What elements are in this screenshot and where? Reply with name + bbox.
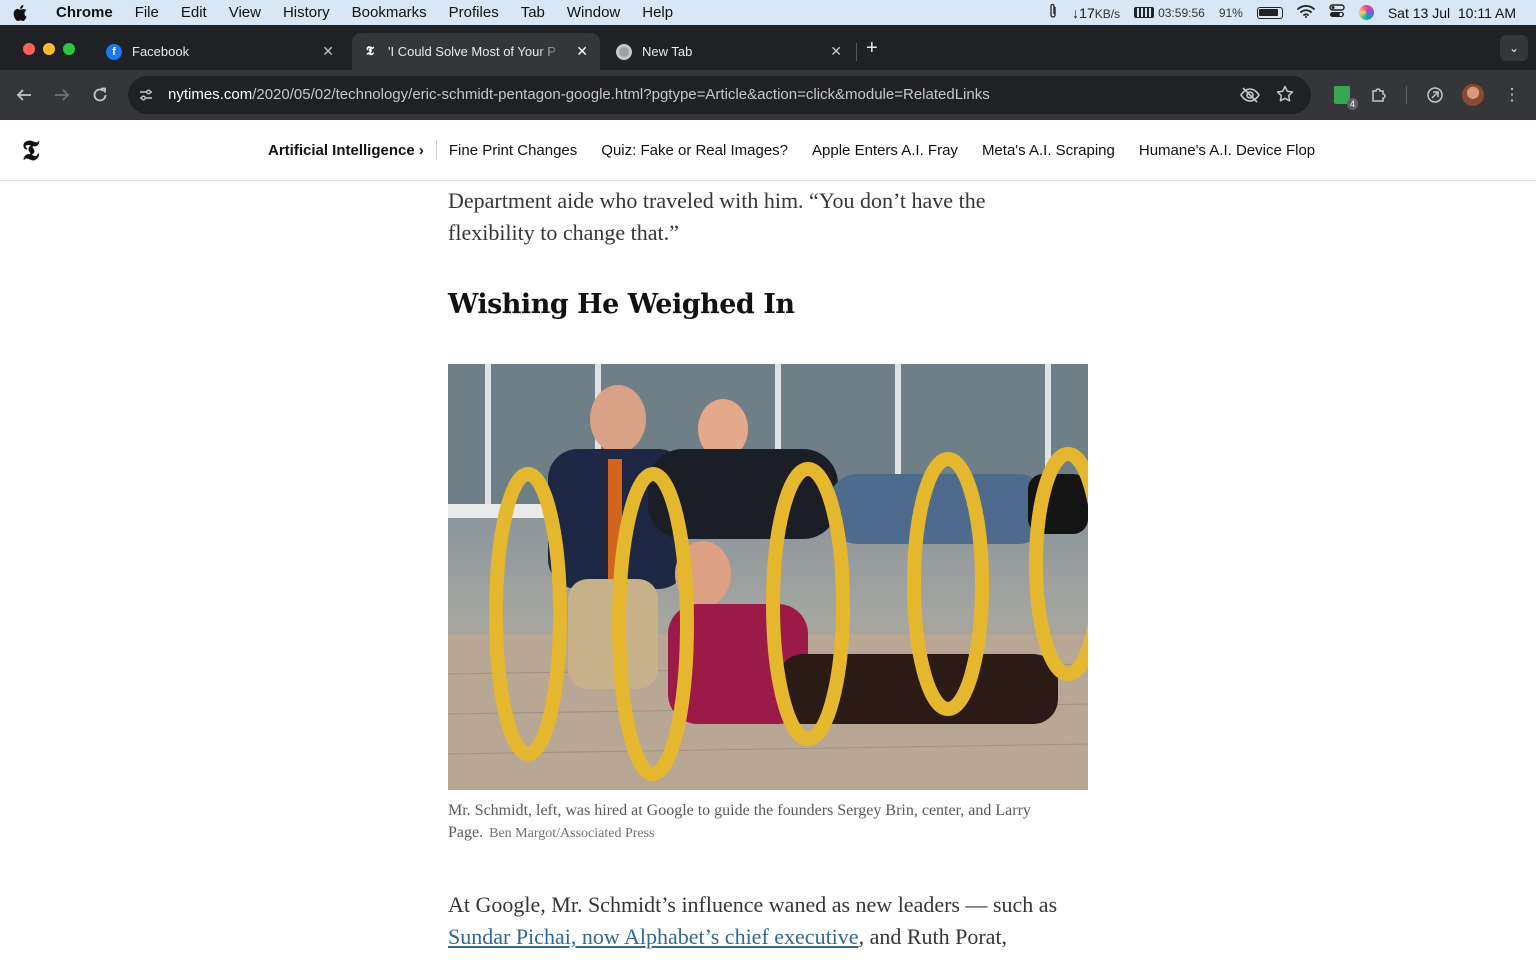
battery-icon[interactable]: [1256, 6, 1283, 19]
network-speed-unit: KB/s: [1094, 6, 1121, 21]
timer-status[interactable]: 03:59:56: [1134, 6, 1205, 20]
photo-caption: Mr. Schmidt, left, was hired at Google t…: [448, 800, 1088, 845]
url-host: nytimes.com: [168, 86, 253, 103]
address-bar[interactable]: nytimes.com/2020/05/02/technology/eric-s…: [128, 76, 1311, 114]
menu-window[interactable]: Window: [567, 4, 620, 21]
paperclip-icon[interactable]: [1048, 3, 1058, 22]
url-path: /2020/05/02/technology/eric-schmidt-pent…: [252, 86, 990, 103]
tab-title: New Tab: [642, 44, 693, 59]
reload-button[interactable]: [88, 83, 112, 107]
menu-app-name[interactable]: Chrome: [56, 4, 113, 21]
facebook-icon: f: [106, 43, 122, 60]
close-tab-icon[interactable]: ✕: [830, 43, 842, 60]
nav-link-fine-print[interactable]: Fine Print Changes: [449, 142, 577, 159]
bookmark-star-icon[interactable]: [1276, 85, 1294, 108]
tab-search-button[interactable]: ⌄: [1500, 35, 1528, 61]
memory-saver-icon[interactable]: [1423, 83, 1447, 107]
siri-icon[interactable]: [1358, 5, 1374, 20]
chrome-icon: [616, 43, 632, 60]
timer-value: 03:59:56: [1158, 5, 1205, 20]
site-info-icon[interactable]: [138, 87, 154, 108]
back-button[interactable]: [12, 83, 36, 107]
extensions-puzzle-icon[interactable]: [1367, 83, 1391, 107]
new-tab-button[interactable]: +: [866, 37, 878, 60]
paragraph-text: At Google, Mr. Schmidt’s influence waned…: [448, 892, 1058, 917]
menu-view[interactable]: View: [229, 4, 261, 21]
tab-new-tab[interactable]: New Tab ✕: [606, 33, 854, 70]
menu-datetime[interactable]: Sat 13 Jul 10:11 AM: [1388, 5, 1516, 21]
eye-off-icon[interactable]: [1240, 86, 1260, 109]
menu-profiles[interactable]: Profiles: [449, 4, 499, 21]
nav-link-humane[interactable]: Humane's A.I. Device Flop: [1139, 142, 1315, 159]
browser-tab-strip: f Facebook ✕ 𝕿 'I Could Solve Most of Yo…: [0, 25, 1536, 70]
extension-sheets-icon[interactable]: 4: [1330, 83, 1358, 110]
network-speed[interactable]: ↓17KB/s: [1072, 5, 1120, 21]
nav-link-meta[interactable]: Meta's A.I. Scraping: [982, 142, 1115, 159]
article-photo[interactable]: [448, 364, 1088, 790]
tab-title: 'I Could Solve Most of Your P: [388, 44, 556, 59]
paragraph-text: , and Ruth Porat,: [858, 924, 1008, 949]
wifi-icon[interactable]: [1296, 4, 1315, 21]
article-body: Department aide who traveled with him. “…: [448, 181, 1088, 953]
forward-button[interactable]: [50, 83, 74, 107]
toolbar-separator: [1406, 86, 1407, 104]
battery-percent: 91%: [1218, 5, 1243, 20]
nyt-logo[interactable]: 𝕿: [22, 134, 39, 168]
close-tab-icon[interactable]: ✕: [322, 43, 334, 60]
nav-divider: [435, 140, 437, 160]
tab-separator: [856, 43, 857, 61]
battery-timer-icon: [1134, 7, 1155, 18]
network-speed-value: ↓17: [1072, 4, 1095, 21]
article-paragraph: At Google, Mr. Schmidt’s influence waned…: [448, 889, 1088, 953]
nav-section-ai[interactable]: Artificial Intelligence ›: [268, 142, 424, 159]
macos-menu-bar: Chrome File Edit View History Bookmarks …: [0, 0, 1536, 25]
tab-title: Facebook: [132, 44, 190, 59]
url-text[interactable]: nytimes.com/2020/05/02/technology/eric-s…: [168, 86, 990, 103]
nav-link-apple[interactable]: Apple Enters A.I. Fray: [812, 142, 958, 159]
nyt-section-header: 𝕿 Artificial Intelligence › Fine Print C…: [0, 120, 1536, 181]
nyt-favicon-icon: 𝕿: [362, 43, 378, 60]
chrome-menu-icon[interactable]: ⋮: [1500, 83, 1524, 107]
menu-help[interactable]: Help: [642, 4, 673, 21]
browser-toolbar: nytimes.com/2020/05/02/technology/eric-s…: [0, 70, 1536, 120]
menu-bookmarks[interactable]: Bookmarks: [352, 4, 427, 21]
tab-nyt-article[interactable]: 𝕿 'I Could Solve Most of Your P ✕: [352, 33, 600, 70]
photo-credit: Ben Margot/Associated Press: [489, 826, 655, 841]
menu-edit[interactable]: Edit: [181, 4, 207, 21]
menu-tab[interactable]: Tab: [521, 4, 545, 21]
zoom-window-button[interactable]: [63, 43, 75, 55]
section-heading: Wishing He Weighed In: [448, 289, 795, 320]
control-center-icon[interactable]: [1329, 4, 1345, 21]
close-tab-icon[interactable]: ✕: [576, 43, 588, 60]
window-controls: [23, 43, 75, 55]
profile-avatar[interactable]: [1461, 83, 1485, 107]
menu-file[interactable]: File: [135, 4, 159, 21]
nav-link-quiz[interactable]: Quiz: Fake or Real Images?: [601, 142, 788, 159]
article-paragraph: Department aide who traveled with him. “…: [448, 188, 986, 245]
menu-history[interactable]: History: [283, 4, 330, 21]
close-window-button[interactable]: [23, 43, 35, 55]
tab-facebook[interactable]: f Facebook ✕: [96, 33, 346, 70]
nyt-topic-nav: Artificial Intelligence › Fine Print Cha…: [268, 140, 1315, 160]
sundar-pichai-link[interactable]: Sundar Pichai, now Alphabet’s chief exec…: [448, 924, 859, 949]
extension-badge: 4: [1346, 98, 1358, 110]
apple-menu-icon[interactable]: [0, 4, 40, 21]
minimize-window-button[interactable]: [43, 43, 55, 55]
